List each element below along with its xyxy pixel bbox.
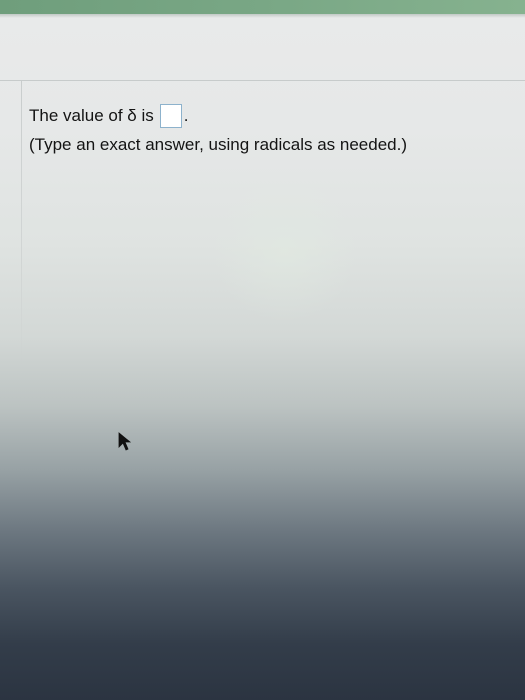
toolbar-shadow (0, 14, 525, 18)
answer-input-box[interactable] (159, 104, 182, 128)
question-line: The value of δ is . (29, 104, 188, 128)
screen-glare (210, 180, 360, 320)
top-toolbar-strip (0, 0, 525, 14)
header-divider (0, 80, 525, 81)
question-suffix: . (183, 106, 189, 125)
mouse-pointer-icon (118, 432, 132, 451)
left-margin-divider (21, 81, 22, 381)
question-panel: The value of δ is . (29, 104, 188, 128)
answer-hint: (Type an exact answer, using radicals as… (29, 135, 407, 154)
question-prefix: The value of δ is (29, 106, 154, 125)
